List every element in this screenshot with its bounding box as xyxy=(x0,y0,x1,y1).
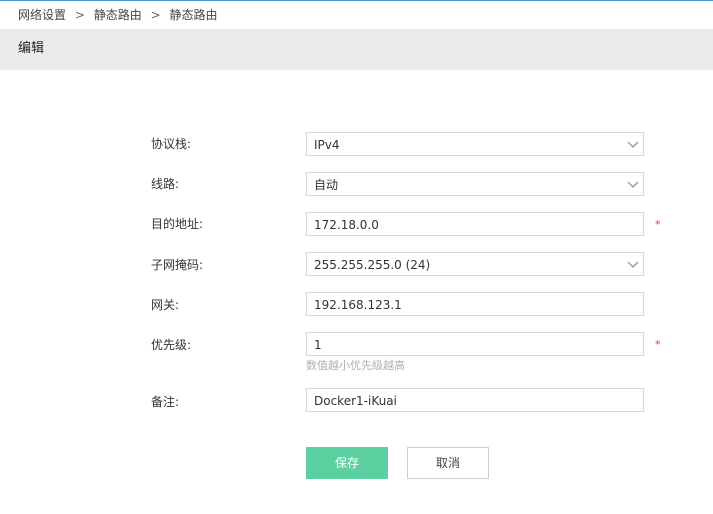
priority-value: 1 xyxy=(314,338,322,352)
cancel-button[interactable]: 取消 xyxy=(407,447,489,479)
line-label: 线路: xyxy=(151,177,180,191)
page-title: 编辑 xyxy=(18,41,45,56)
netmask-label: 子网掩码: xyxy=(151,258,204,272)
gateway-input[interactable]: 192.168.123.1 xyxy=(306,292,644,316)
destination-input[interactable]: 172.18.0.0 xyxy=(306,212,644,236)
destination-required-mark: * xyxy=(655,218,661,231)
remark-input[interactable]: Docker1-iKuai xyxy=(306,388,644,412)
line-value: 自动 xyxy=(314,178,339,192)
breadcrumb-separator: > xyxy=(150,8,161,22)
save-button[interactable]: 保存 xyxy=(306,447,388,479)
netmask-select[interactable]: 255.255.255.0 (24) xyxy=(306,252,644,276)
chevron-down-icon xyxy=(627,181,639,188)
breadcrumb: 网络设置 > 静态路由 > 静态路由 xyxy=(18,7,217,23)
breadcrumb-item-network-settings[interactable]: 网络设置 xyxy=(18,8,66,22)
destination-label: 目的地址: xyxy=(151,217,204,231)
priority-label: 优先级: xyxy=(151,338,192,352)
chevron-down-icon xyxy=(627,261,639,268)
priority-hint: 数值越小优先级越高 xyxy=(306,359,405,372)
priority-input[interactable]: 1 xyxy=(306,332,644,356)
protocol-label: 协议栈: xyxy=(151,137,192,151)
breadcrumb-item-static-route[interactable]: 静态路由 xyxy=(94,8,142,22)
gateway-value: 192.168.123.1 xyxy=(314,298,402,312)
breadcrumb-item-current: 静态路由 xyxy=(169,8,218,22)
priority-required-mark: * xyxy=(655,338,661,351)
destination-value: 172.18.0.0 xyxy=(314,218,379,232)
top-accent-line xyxy=(0,0,713,1)
remark-label: 备注: xyxy=(151,395,180,409)
remark-value: Docker1-iKuai xyxy=(314,394,397,408)
line-select[interactable]: 自动 xyxy=(306,172,644,196)
gateway-label: 网关: xyxy=(151,298,180,312)
netmask-value: 255.255.255.0 (24) xyxy=(314,258,431,272)
protocol-select[interactable]: IPv4 xyxy=(306,132,644,156)
chevron-down-icon xyxy=(627,141,639,148)
breadcrumb-separator: > xyxy=(74,8,85,22)
protocol-value: IPv4 xyxy=(314,138,340,152)
section-header: 编辑 xyxy=(0,29,713,70)
